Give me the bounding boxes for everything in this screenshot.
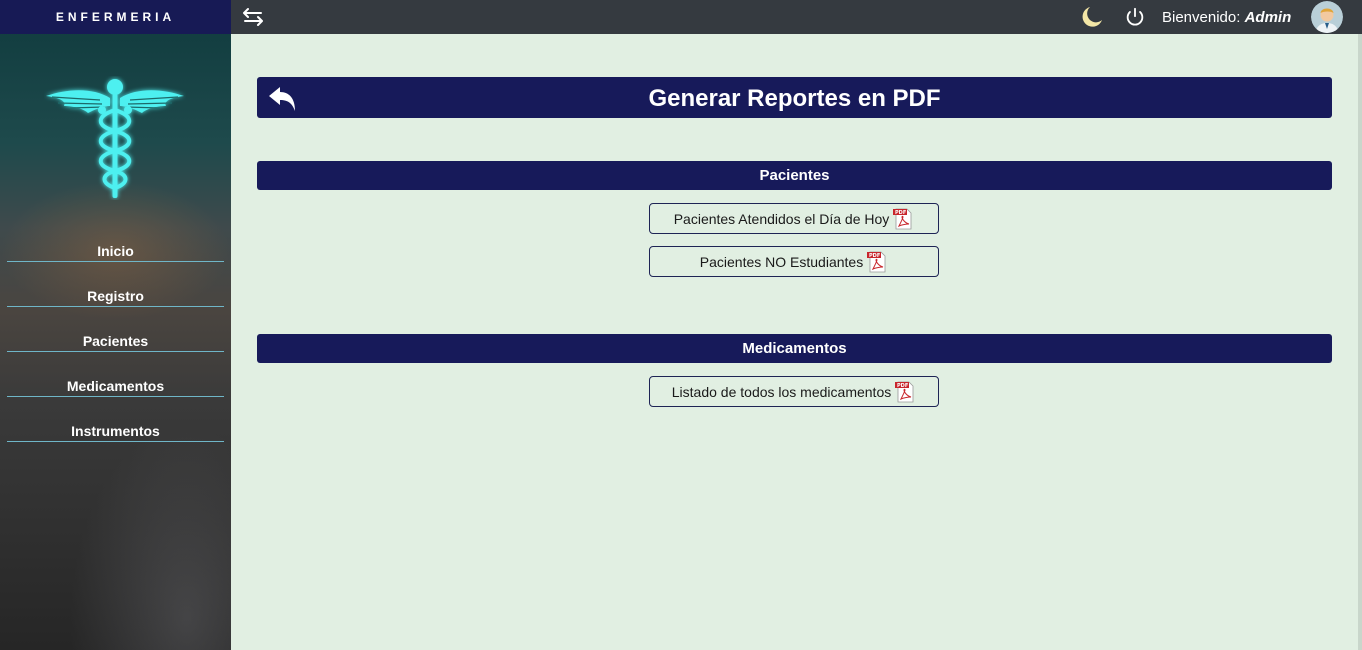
caduceus-logo [46, 79, 184, 198]
report-label: Listado de todos los medicamentos [671, 383, 892, 400]
sidebar-item-pacientes[interactable]: Pacientes [7, 322, 224, 367]
svg-text:PDF: PDF [869, 253, 880, 259]
power-icon[interactable] [1124, 6, 1146, 28]
sidebar-item-instrumentos[interactable]: Instrumentos [7, 412, 224, 457]
report-pacientes-no-estudiantes-button[interactable]: Pacientes NO Estudiantes PDF [649, 246, 939, 277]
report-label: Pacientes NO Estudiantes [699, 253, 864, 270]
top-bar: Bienvenido: Admin [231, 0, 1362, 34]
page-header: Generar Reportes en PDF [257, 77, 1332, 118]
brand-title: ENFERMERIA [0, 0, 231, 34]
section-title-pacientes: Pacientes [257, 161, 1332, 190]
welcome-text: Bienvenido: Admin [1162, 9, 1291, 26]
toggle-arrows-icon[interactable] [241, 5, 265, 29]
section-title-medicamentos: Medicamentos [257, 334, 1332, 363]
pdf-icon: PDF [895, 381, 914, 402]
sidebar-nav: Inicio Registro Pacientes Medicamentos I… [7, 232, 224, 457]
report-label: Pacientes Atendidos el Día de Hoy [673, 210, 890, 227]
username: Admin [1244, 9, 1292, 26]
avatar[interactable] [1311, 1, 1343, 33]
pdf-icon: PDF [867, 251, 886, 272]
sidebar-item-label: Inicio [97, 243, 134, 259]
sidebar-item-label: Pacientes [82, 333, 149, 349]
sidebar-item-label: Instrumentos [71, 423, 160, 439]
sidebar: ENFERMERIA Inicio Registro Pacientes Med… [0, 0, 231, 650]
main-content: Generar Reportes en PDF Pacientes Pacien… [231, 34, 1358, 650]
svg-text:PDF: PDF [897, 383, 908, 389]
moon-icon[interactable] [1080, 5, 1104, 29]
sidebar-item-inicio[interactable]: Inicio [7, 232, 224, 277]
sidebar-item-registro[interactable]: Registro [7, 277, 224, 322]
pdf-icon: PDF [893, 208, 912, 229]
report-pacientes-hoy-button[interactable]: Pacientes Atendidos el Día de Hoy PDF [649, 203, 939, 234]
sidebar-item-label: Medicamentos [66, 378, 165, 394]
welcome-prefix: Bienvenido: [1162, 9, 1241, 26]
page-title: Generar Reportes en PDF [648, 85, 941, 112]
sidebar-item-label: Registro [87, 288, 144, 304]
report-medicamentos-button[interactable]: Listado de todos los medicamentos PDF [649, 376, 939, 407]
sidebar-item-medicamentos[interactable]: Medicamentos [7, 367, 224, 412]
svg-text:PDF: PDF [895, 210, 906, 216]
scrollbar[interactable] [1358, 34, 1362, 650]
